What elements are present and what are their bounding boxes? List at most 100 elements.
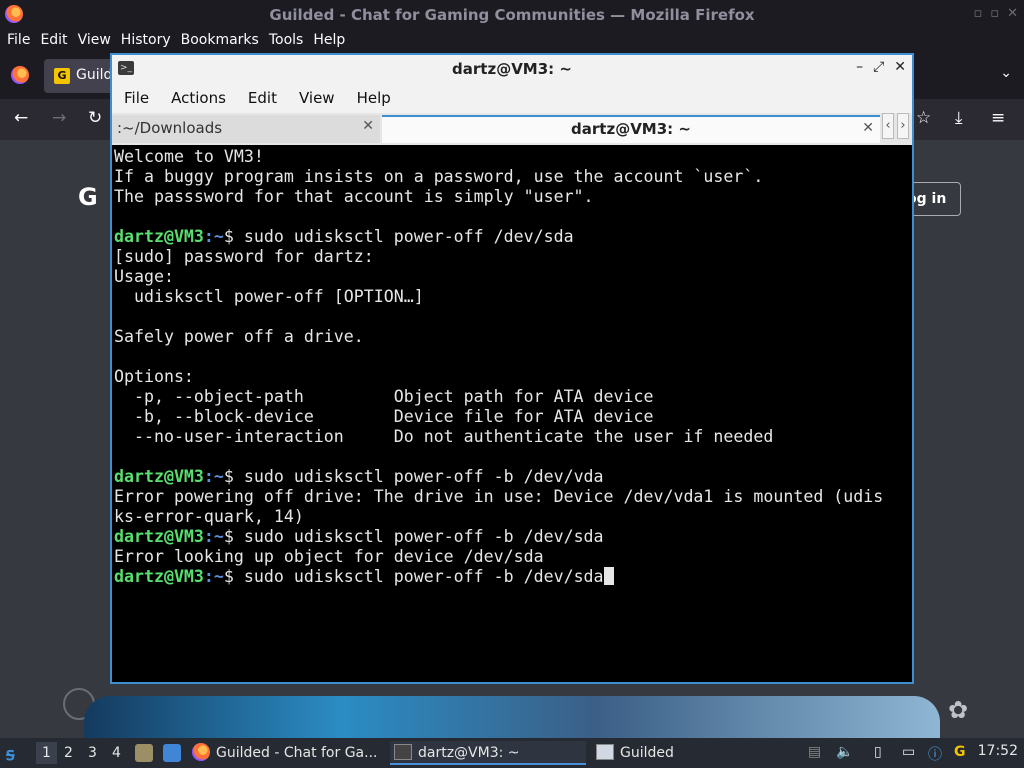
- text-cursor: [603, 567, 614, 585]
- terminal-tab-downloads[interactable]: :~/Downloads ✕: [112, 115, 380, 143]
- app-menu-icon[interactable]: ≡: [991, 108, 1005, 128]
- menu-history[interactable]: History: [116, 29, 176, 53]
- menu-help[interactable]: Help: [308, 29, 350, 53]
- close-icon[interactable]: ✕: [1007, 6, 1018, 21]
- info-icon[interactable]: ⓘ: [928, 744, 942, 764]
- firefox-view-icon[interactable]: [11, 66, 29, 84]
- maximize-icon[interactable]: ⤢: [873, 59, 884, 75]
- notes-icon[interactable]: ▯: [874, 744, 882, 760]
- line-text: udisksctl power-off [OPTION…]: [114, 287, 424, 306]
- terminal-line: Welcome to VM3!: [114, 147, 910, 167]
- guilded-logo-icon: G: [78, 183, 98, 211]
- workspace-3[interactable]: 3: [88, 745, 97, 761]
- task-label: Guilded: [620, 745, 674, 761]
- menu-bookmarks[interactable]: Bookmarks: [176, 29, 264, 53]
- close-tab-icon[interactable]: ✕: [362, 118, 374, 134]
- workspace-1[interactable]: 1: [36, 742, 57, 764]
- guilded-favicon-icon: G: [54, 68, 70, 84]
- guilded-tray-icon[interactable]: G: [954, 744, 966, 760]
- terminal-tab-label: dartz@VM3: ~: [571, 120, 691, 138]
- prompt-path: :~: [203, 227, 224, 246]
- menu-edit[interactable]: Edit: [35, 29, 72, 53]
- list-all-tabs-icon[interactable]: ⌄: [1000, 65, 1012, 81]
- minimize-icon[interactable]: ▫: [973, 6, 982, 21]
- downloads-icon[interactable]: ⤓: [955, 108, 963, 128]
- scroll-tabs-left-icon[interactable]: ‹: [882, 113, 894, 139]
- prompt-path: :~: [203, 567, 224, 586]
- terminal-tabbar: :~/Downloads ✕ dartz@VM3: ~ ✕: [112, 113, 912, 145]
- term-menu-view[interactable]: View: [293, 83, 341, 113]
- menu-view[interactable]: View: [73, 29, 116, 53]
- reload-icon[interactable]: ↻: [88, 108, 102, 128]
- menu-tools[interactable]: Tools: [264, 29, 309, 53]
- term-menu-file[interactable]: File: [118, 83, 155, 113]
- plant-icon: ✿: [948, 696, 969, 724]
- line-text: Error looking up object for device /dev/…: [114, 547, 544, 566]
- maximize-icon[interactable]: ▫: [990, 6, 999, 21]
- terminal-output[interactable]: Welcome to VM3! If a buggy program insist…: [114, 147, 910, 682]
- bookmark-star-icon[interactable]: ☆: [916, 108, 931, 128]
- terminal-tab-home[interactable]: dartz@VM3: ~ ✕: [382, 115, 880, 143]
- scroll-tabs-right-icon[interactable]: ›: [897, 113, 909, 139]
- terminal-line: --no-user-interaction Do not authenticat…: [114, 427, 910, 447]
- firefox-icon: [192, 743, 210, 761]
- browser-tab-label: Guild: [76, 67, 113, 83]
- terminal-line: -b, --block-device Device file for ATA d…: [114, 407, 910, 427]
- line-text: ks-error-quark, 14): [114, 507, 304, 526]
- screen-icon[interactable]: ▭: [902, 744, 915, 760]
- close-tab-icon[interactable]: ✕: [862, 120, 874, 136]
- term-menu-edit[interactable]: Edit: [242, 83, 283, 113]
- workspace-4[interactable]: 4: [112, 745, 121, 761]
- terminal-line: Safely power off a drive.: [114, 327, 910, 347]
- line-text: If a buggy program insists on a password…: [114, 167, 764, 186]
- show-desktop-icon[interactable]: [163, 744, 181, 762]
- term-menu-help[interactable]: Help: [351, 83, 397, 113]
- line-text: The passsword for that account is simply…: [114, 187, 594, 206]
- terminal-titlebar: >_ dartz@VM3: ~ – ⤢ ✕: [112, 55, 912, 83]
- terminal-window[interactable]: >_ dartz@VM3: ~ – ⤢ ✕ File Actions Edit …: [110, 53, 914, 684]
- line-text: Usage:: [114, 267, 174, 286]
- menu-file[interactable]: File: [2, 29, 35, 53]
- terminal-icon: [394, 744, 412, 760]
- terminal-line: Error powering off drive: The drive in u…: [114, 487, 910, 507]
- clipboard-icon[interactable]: ▤: [808, 744, 821, 760]
- terminal-window-controls: – ⤢ ✕: [856, 59, 906, 75]
- terminal-line: udisksctl power-off [OPTION…]: [114, 287, 910, 307]
- file-manager-icon[interactable]: [135, 744, 153, 762]
- taskbar: ꟊ 1 2 3 4 Guilded - Chat for Ga... dartz…: [0, 738, 1024, 768]
- line-text: Error powering off drive: The drive in u…: [114, 487, 884, 506]
- line-text: $ sudo udisksctl power-off /dev/sda: [223, 227, 574, 246]
- line-text: $ sudo udisksctl power-off -b /dev/vda: [223, 467, 604, 486]
- task-label: dartz@VM3: ~: [418, 745, 520, 761]
- minimize-icon[interactable]: –: [856, 59, 863, 75]
- volume-icon[interactable]: 🔈: [836, 744, 853, 760]
- term-menu-actions[interactable]: Actions: [165, 83, 232, 113]
- prompt-user: dartz@VM3: [114, 527, 204, 546]
- line-text: $ sudo udisksctl power-off -b /dev/sda: [223, 527, 604, 546]
- workspace-2[interactable]: 2: [64, 745, 73, 761]
- clock[interactable]: 17:52: [978, 743, 1018, 759]
- close-icon[interactable]: ✕: [894, 59, 906, 75]
- back-icon[interactable]: ←: [14, 108, 28, 128]
- firefox-titlebar: Guilded - Chat for Gaming Communities — …: [0, 0, 1024, 29]
- line-text: Safely power off a drive.: [114, 327, 364, 346]
- task-guilded[interactable]: Guilded: [592, 741, 782, 765]
- line-text: --no-user-interaction Do not authenticat…: [114, 427, 774, 446]
- task-firefox[interactable]: Guilded - Chat for Ga...: [192, 741, 382, 765]
- terminal-line: dartz@VM3:~$ sudo udisksctl power-off /d…: [114, 227, 910, 247]
- forward-icon[interactable]: →: [52, 108, 66, 128]
- task-terminal[interactable]: dartz@VM3: ~: [390, 741, 586, 765]
- line-text: Welcome to VM3!: [114, 147, 264, 166]
- terminal-line: dartz@VM3:~$ sudo udisksctl power-off -b…: [114, 467, 910, 487]
- window-icon: [596, 744, 614, 760]
- terminal-tab-label: :~/Downloads: [117, 119, 223, 137]
- start-menu-icon[interactable]: ꟊ: [6, 742, 26, 765]
- prompt-path: :~: [203, 527, 224, 546]
- browser-tab-guilded[interactable]: G Guild: [44, 59, 114, 93]
- terminal-line: ks-error-quark, 14): [114, 507, 910, 527]
- terminal-line: [sudo] password for dartz:: [114, 247, 910, 267]
